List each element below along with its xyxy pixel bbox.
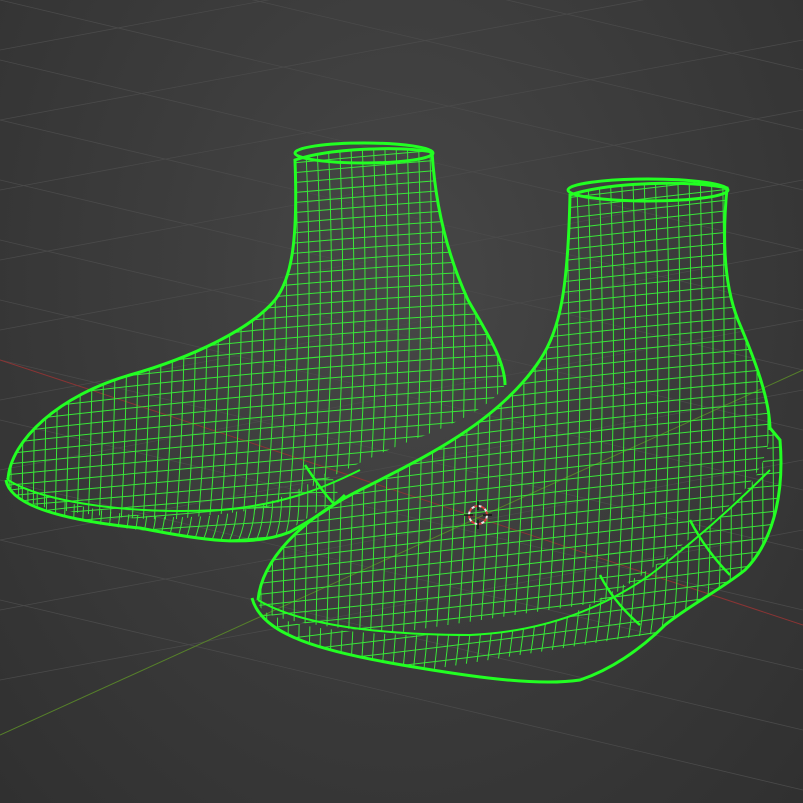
left-sock-sneaker[interactable] <box>0 80 520 560</box>
right-sock-sneaker[interactable] <box>245 95 803 700</box>
3d-viewport[interactable] <box>0 0 803 803</box>
floor-grid <box>0 0 803 791</box>
